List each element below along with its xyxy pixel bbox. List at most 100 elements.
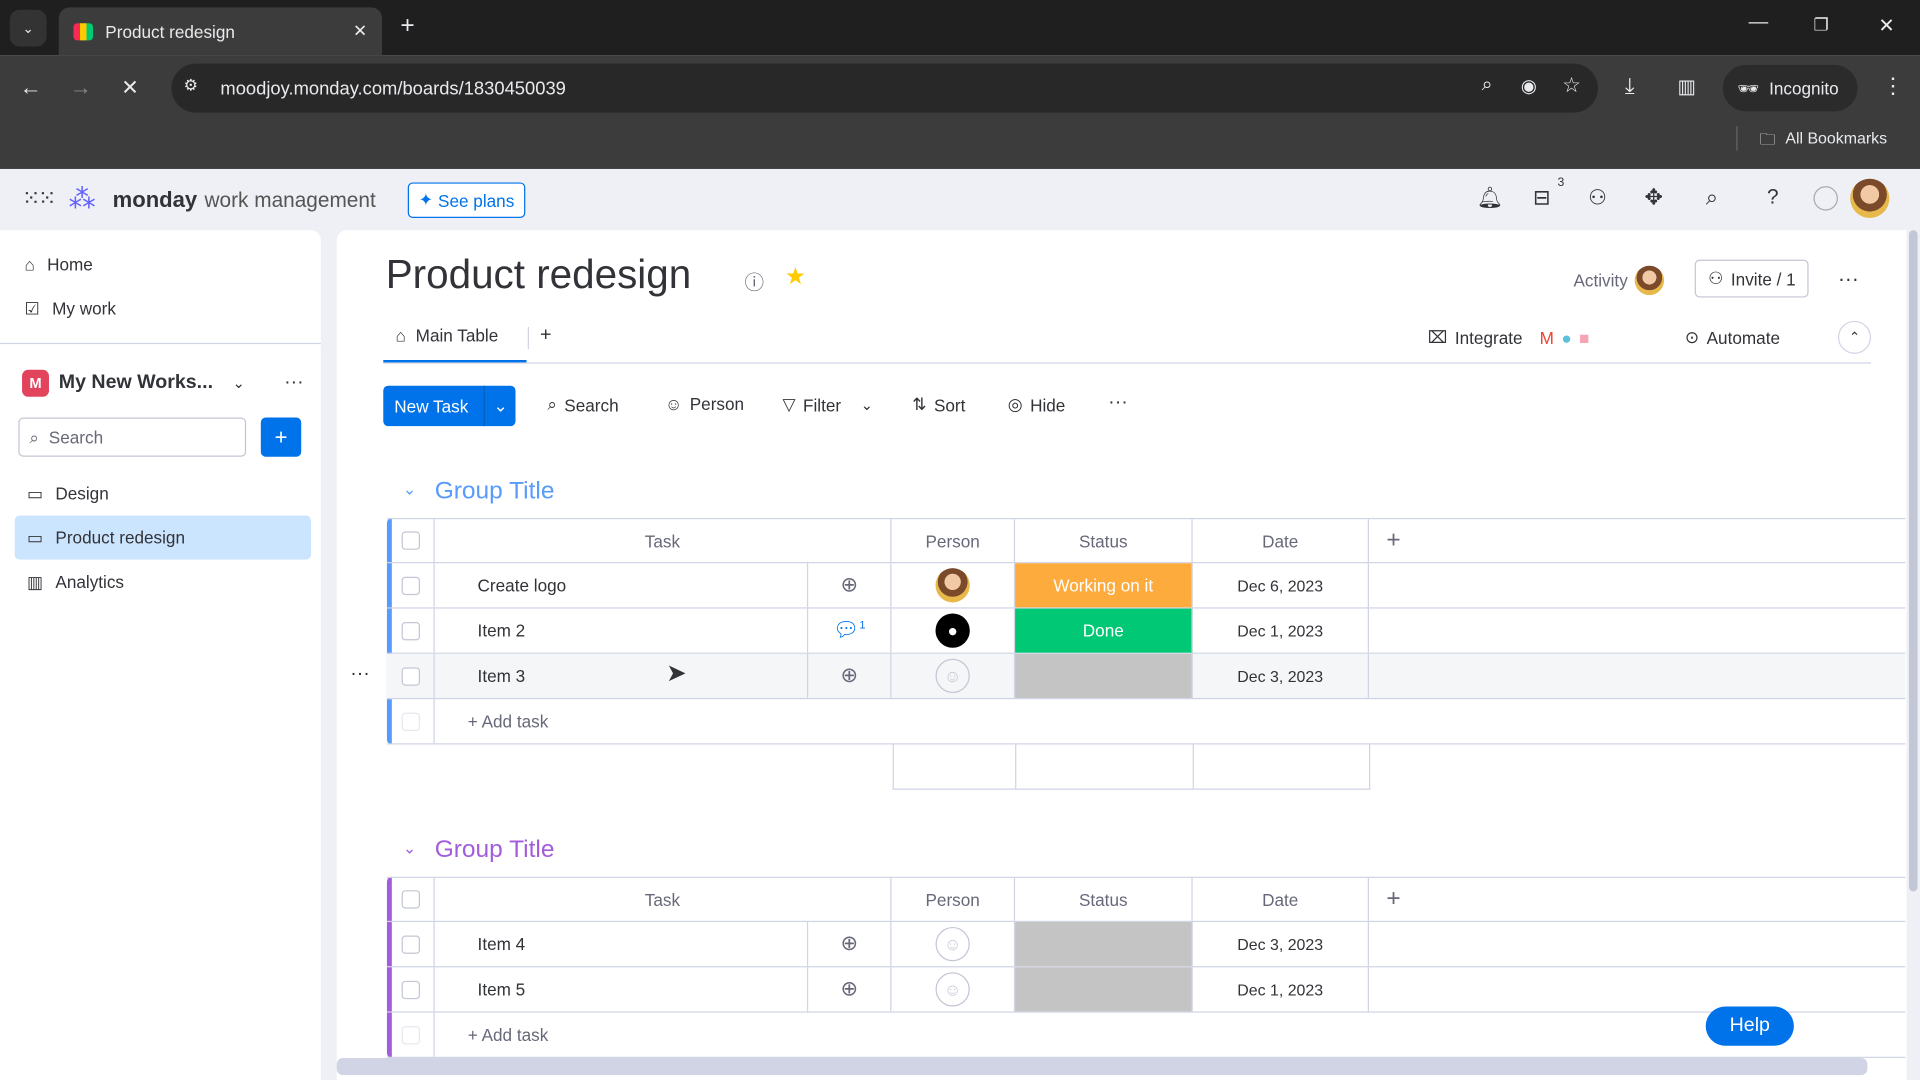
all-bookmarks[interactable]: 🗀 All Bookmarks — [1760, 129, 1887, 156]
date-cell[interactable]: Dec 1, 2023 — [1193, 608, 1369, 653]
column-header-task[interactable]: Task — [435, 519, 892, 563]
brand-name[interactable]: monday — [113, 187, 198, 213]
tab-main-table[interactable]: ⌂ Main Table — [392, 326, 502, 346]
column-header-person[interactable]: Person — [891, 877, 1016, 921]
sidebar-item-home[interactable]: ⌂ Home — [0, 242, 321, 286]
app-switcher-icon[interactable]: ⁙⁙ — [22, 186, 57, 212]
address-bar[interactable]: ⚙ moodjoy.monday.com/boards/1830450039 ⌕… — [171, 63, 1598, 113]
hide-button[interactable]: ◎ Hide — [1008, 394, 1066, 415]
row-checkbox[interactable] — [401, 621, 420, 640]
add-update-icon[interactable]: ⊕ — [840, 932, 857, 956]
row-checkbox[interactable] — [401, 576, 420, 595]
column-header-date[interactable]: Date — [1193, 877, 1369, 921]
updates-cell[interactable]: ⊕ — [808, 967, 892, 1012]
user-avatar[interactable] — [1850, 178, 1890, 218]
person-avatar[interactable] — [935, 568, 970, 603]
group-title[interactable]: Group Title — [435, 836, 555, 864]
add-view-button[interactable]: + — [540, 324, 551, 346]
task-name[interactable]: Item 2 — [478, 621, 526, 641]
bookmark-star-icon[interactable]: ☆ — [1562, 73, 1581, 97]
activity-button[interactable]: Activity — [1573, 265, 1665, 296]
add-update-icon[interactable]: ⊕ — [840, 573, 857, 597]
date-cell[interactable]: Dec 6, 2023 — [1193, 563, 1369, 608]
sidebar-item-product-redesign[interactable]: ▭ Product redesign — [14, 515, 312, 560]
side-panel-icon[interactable]: ▥ — [1678, 75, 1697, 99]
updates-cell[interactable]: ⊕ — [808, 563, 892, 608]
ai-assistant-icon[interactable] — [1813, 186, 1838, 211]
chevron-down-icon[interactable]: ⌄ — [861, 396, 873, 413]
browser-menu-icon[interactable]: ⋮ — [1882, 73, 1904, 99]
select-all-checkbox[interactable] — [401, 890, 420, 909]
minimize-button[interactable]: — — [1749, 12, 1769, 34]
download-icon[interactable]: ⤓ — [1625, 73, 1635, 99]
status-cell[interactable] — [1015, 922, 1193, 967]
add-task-input[interactable]: + Add task — [435, 1013, 549, 1057]
sidebar-item-my-work[interactable]: ☑ My work — [0, 287, 321, 331]
automate-button[interactable]: ⊙ Automate — [1685, 327, 1780, 348]
eye-off-icon[interactable]: ◉ — [1521, 75, 1537, 97]
person-avatar[interactable]: ● — [935, 613, 970, 648]
task-name[interactable]: Item 3 — [478, 666, 526, 686]
add-task-input[interactable]: + Add task — [435, 699, 549, 743]
empty-person-icon[interactable]: ☺ — [935, 926, 970, 962]
new-tab-button[interactable]: + — [400, 12, 414, 40]
task-name[interactable]: Item 5 — [478, 980, 526, 1000]
task-cell[interactable]: Item 2 — [435, 608, 809, 653]
row-more-icon[interactable]: ··· — [350, 664, 370, 686]
collapse-group-icon[interactable]: ⌄ — [403, 480, 416, 500]
workspace-selector[interactable]: M My New Works... ⌄ ··· — [22, 369, 304, 397]
person-cell[interactable]: ☺ — [891, 967, 1016, 1012]
task-cell[interactable]: Create logo — [435, 563, 809, 608]
column-header-date[interactable]: Date — [1193, 519, 1369, 563]
table-row[interactable]: Item 5 ⊕ ☺ Dec 1, 2023 — [386, 967, 1906, 1013]
task-name[interactable]: Create logo — [478, 576, 567, 596]
zoom-icon[interactable]: ⌕ — [1482, 75, 1493, 97]
workspace-more-icon[interactable]: ··· — [284, 372, 304, 394]
task-cell[interactable]: Item 5 — [435, 967, 809, 1012]
person-cell[interactable]: ☺ — [891, 653, 1016, 698]
incognito-badge[interactable]: 🕶 Incognito — [1722, 64, 1858, 112]
tab-search-button[interactable]: ⌄ — [9, 9, 47, 47]
search-icon[interactable]: ⌕ — [1706, 185, 1718, 211]
column-header-person[interactable]: Person — [891, 519, 1016, 563]
task-cell[interactable]: Item 3 — [435, 653, 809, 698]
back-icon[interactable]: ← — [20, 75, 42, 101]
stop-loading-icon[interactable]: ✕ — [121, 76, 138, 100]
row-checkbox[interactable] — [401, 666, 420, 686]
person-filter-button[interactable]: ☺ Person — [665, 394, 744, 414]
status-cell[interactable]: Done — [1015, 608, 1193, 653]
add-update-icon[interactable]: ⊕ — [840, 664, 857, 688]
updates-icon[interactable]: 💬︎1 — [833, 618, 866, 642]
table-row[interactable]: Create logo ⊕ Working on it Dec 6, 2023 — [386, 563, 1906, 609]
select-all-checkbox[interactable] — [401, 531, 420, 550]
invite-button[interactable]: ⚇ Invite / 1 — [1694, 259, 1810, 298]
board-title[interactable]: Product redesign — [386, 251, 691, 298]
sidebar-item-analytics[interactable]: ▥ Analytics — [15, 560, 311, 604]
see-plans-button[interactable]: ✦ See plans — [407, 182, 526, 218]
sidebar-item-design[interactable]: ▭ Design — [15, 471, 311, 515]
board-more-icon[interactable]: ··· — [1838, 267, 1859, 291]
sidebar-search-input[interactable]: ⌕ Search — [18, 417, 247, 457]
url-text[interactable]: moodjoy.monday.com/boards/1830450039 — [220, 78, 565, 99]
add-column-button[interactable]: + — [1369, 878, 1418, 921]
integrate-button[interactable]: ⌧ Integrate M ● ■ — [1428, 327, 1590, 348]
add-task-row[interactable]: + Add task — [386, 1012, 1906, 1058]
table-row[interactable]: Item 4 ⊕ ☺ Dec 3, 2023 — [386, 922, 1906, 968]
date-cell[interactable]: Dec 3, 2023 — [1193, 653, 1369, 698]
help-icon[interactable]: ? — [1767, 185, 1779, 209]
add-task-row[interactable]: + Add task — [386, 699, 1906, 745]
toolbar-more-icon[interactable]: ··· — [1108, 392, 1128, 414]
filter-button[interactable]: ▽ Filter ⌄ — [782, 394, 873, 415]
restore-button[interactable]: ❐ — [1813, 15, 1828, 36]
info-icon[interactable]: ⓘ — [744, 266, 764, 295]
site-settings-icon[interactable]: ⚙ — [184, 76, 198, 96]
empty-person-icon[interactable]: ☺ — [935, 972, 970, 1007]
add-board-button[interactable]: + — [260, 417, 302, 457]
sort-button[interactable]: ⇅ Sort — [912, 394, 965, 415]
task-cell[interactable]: Item 4 — [435, 922, 809, 967]
person-cell[interactable]: ● — [891, 608, 1016, 653]
column-header-status[interactable]: Status — [1015, 519, 1193, 563]
vertical-scrollbar[interactable] — [1906, 230, 1920, 1080]
person-cell[interactable] — [891, 563, 1016, 608]
collapse-group-icon[interactable]: ⌄ — [403, 839, 416, 859]
